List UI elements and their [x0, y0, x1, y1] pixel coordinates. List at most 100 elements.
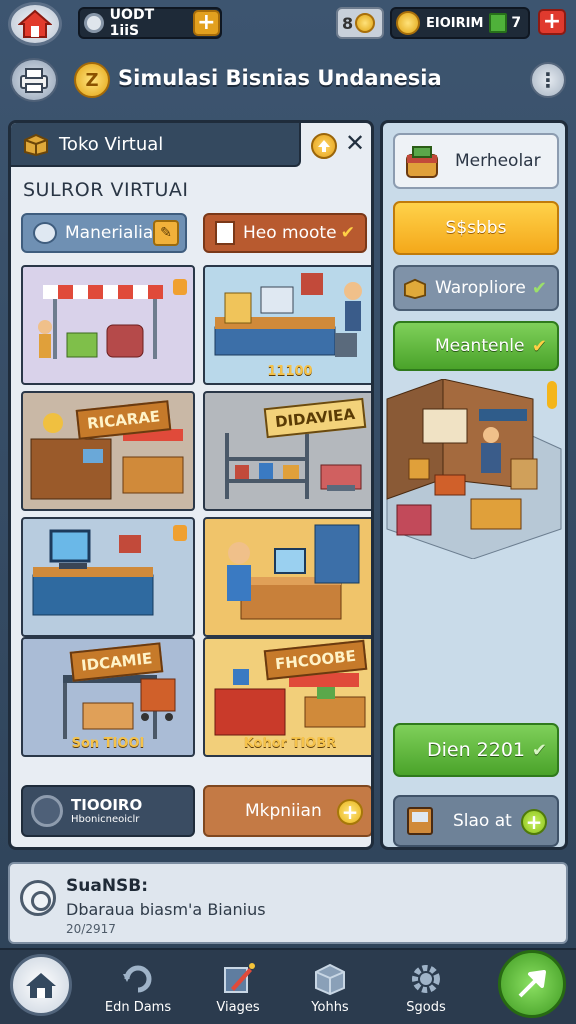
- check-icon: ✔: [340, 223, 355, 243]
- market-stall-illustration: [38, 279, 187, 359]
- inventory-pill[interactable]: 8: [336, 7, 384, 39]
- nav-item-stock[interactable]: Yohhs: [290, 958, 370, 1015]
- maintenance-label: Meantenle: [435, 336, 525, 356]
- nav-item-settings[interactable]: Sgods: [386, 958, 466, 1015]
- go-action-button[interactable]: [498, 950, 566, 1018]
- shop-menu-button[interactable]: [10, 58, 58, 102]
- nav-item-dashboard-label: Edn Dams: [104, 1000, 172, 1015]
- stocks-label: S$sbbs: [445, 218, 507, 238]
- store-tile-kiosk[interactable]: RICARAE: [21, 391, 195, 511]
- panel-header: Toko Virtual: [11, 123, 301, 167]
- computer-desk-illustration: [32, 525, 187, 616]
- info-badge-button[interactable]: [311, 133, 337, 159]
- add-slot-label: Slao at: [453, 811, 512, 831]
- clock-icon: [84, 13, 104, 33]
- tab-materials[interactable]: Manerialia ✎: [21, 213, 187, 253]
- title-row: Z Simulasi Bisnias Undanesia ⋮: [0, 52, 576, 108]
- section-title: SULROR VIRTUAI: [23, 179, 189, 201]
- panel-header-label: Toko Virtual: [59, 133, 164, 155]
- nav-item-villages[interactable]: Viages: [198, 958, 278, 1015]
- stats-card-title: TIOOIRO: [71, 796, 143, 815]
- bag-icon: 8: [342, 13, 354, 33]
- title-coin-icon: Z: [74, 62, 110, 98]
- more-options-button[interactable]: ⋮: [530, 62, 566, 98]
- box-icon: [315, 963, 345, 996]
- check-icon: ✔: [531, 277, 547, 299]
- home-button[interactable]: [8, 2, 62, 46]
- machine-icon: [407, 807, 433, 835]
- nav-home-button[interactable]: [10, 954, 72, 1016]
- plus-icon: +: [521, 809, 547, 835]
- money-label: EIOIRIM: [426, 15, 484, 31]
- nav-item-villages-label: Viages: [216, 1000, 260, 1015]
- store-tile-shelving[interactable]: DIDAVIEA: [203, 391, 371, 511]
- gear-badge-icon: [31, 795, 63, 827]
- more-icon: ⋮: [538, 68, 558, 92]
- printer-icon: [20, 68, 48, 93]
- edit-icon: ✎: [153, 220, 179, 246]
- level-value: 7: [511, 15, 522, 31]
- tab-materials-label: Manerialia: [65, 223, 154, 243]
- add-money-button[interactable]: +: [538, 9, 566, 35]
- tab-home-mode[interactable]: Heo moote ✔: [203, 213, 367, 253]
- box-icon: [404, 278, 426, 299]
- notification-body: Dbaraua biasm'a Bianius: [66, 900, 266, 919]
- expand-button-label: Mkpniian: [245, 801, 322, 821]
- pencil-icon: [224, 963, 255, 993]
- expand-button[interactable]: Mkpniian +: [203, 785, 371, 837]
- add-currency-button[interactable]: +: [192, 10, 220, 36]
- document-icon: [215, 221, 235, 245]
- bag-icon: [406, 146, 438, 178]
- store-tile-counter-shop[interactable]: FHCOOBE Kohor TIOBR: [203, 637, 371, 757]
- tile-label: Son TIOOI: [71, 736, 145, 751]
- arrow-up-icon: [318, 140, 330, 152]
- warehouse-preview: [383, 378, 565, 560]
- nav-item-settings-label: Sgods: [406, 1000, 446, 1015]
- store-panel: Toko Virtual ✕ SULROR VIRTUAI Manerialia…: [8, 120, 374, 850]
- actions-panel: Merheolar S$sbbs Waropliore ✔ Meantenle …: [380, 120, 568, 850]
- tile-label: Kohor TIOBR: [243, 736, 337, 751]
- top-status-bar: UODT 1iiS + 8 EIOIRIM 7 +: [0, 0, 576, 48]
- currency-label: UODT 1iiS: [109, 7, 155, 39]
- store-tile-cashier[interactable]: [203, 517, 371, 637]
- arrow-icon: [518, 970, 546, 998]
- store-tile-electronics[interactable]: 11100: [203, 265, 371, 385]
- coin-icon: [355, 13, 376, 33]
- page-title: Simulasi Bisnias Undanesia: [118, 66, 442, 90]
- house-icon: [18, 9, 52, 38]
- store-tile-market-stall[interactable]: [21, 265, 195, 385]
- nav-item-dashboard[interactable]: Edn Dams: [98, 958, 178, 1015]
- nav-item-stock-label: Yohhs: [311, 1000, 349, 1015]
- check-icon: ✔: [531, 739, 547, 761]
- warehouse-illustration: [386, 378, 562, 560]
- gear-icon: [412, 965, 440, 993]
- users-icon: [33, 222, 57, 244]
- stocks-button[interactable]: S$sbbs: [393, 201, 559, 255]
- stats-card[interactable]: TIOOIRO Hbonicneoiclr: [21, 785, 195, 837]
- store-tile-computer-desk[interactable]: [21, 517, 195, 637]
- plus-icon: +: [337, 799, 363, 825]
- target-icon: [20, 880, 56, 916]
- bottom-navigation: Edn Dams Viages Yohhs Sgods: [0, 948, 576, 1024]
- stats-card-subtitle: Hbonicneoiclr: [71, 813, 140, 825]
- notification-title: SuaNSB:: [66, 876, 149, 896]
- warehouse-button[interactable]: Waropliore ✔: [393, 265, 559, 311]
- design-label: Dien 2201: [426, 739, 526, 761]
- tile-label: 11100: [267, 364, 313, 379]
- warehouse-label: Waropliore: [435, 278, 526, 298]
- currency-pill: UODT 1iiS +: [78, 7, 222, 39]
- design-button[interactable]: Dien 2201 ✔: [393, 723, 559, 777]
- check-icon: ✔: [531, 335, 547, 357]
- refresh-icon: [123, 965, 152, 993]
- close-panel-button[interactable]: ✕: [345, 129, 365, 157]
- box-icon: [24, 133, 48, 156]
- merchandise-label: Merheolar: [455, 151, 541, 171]
- add-slot-button[interactable]: Slao at +: [393, 795, 559, 847]
- cashier-illustration: [227, 524, 360, 620]
- maintenance-button[interactable]: Meantenle ✔: [393, 321, 559, 371]
- tab-home-mode-label: Heo moote: [243, 223, 337, 243]
- house-icon: [26, 973, 56, 998]
- store-tile-stall-cart[interactable]: IDCAMIE Son TIOOI: [21, 637, 195, 757]
- merchandise-button[interactable]: Merheolar: [393, 133, 559, 189]
- notification-bar[interactable]: SuaNSB: Dbaraua biasm'a Bianius 20/2917: [8, 862, 568, 944]
